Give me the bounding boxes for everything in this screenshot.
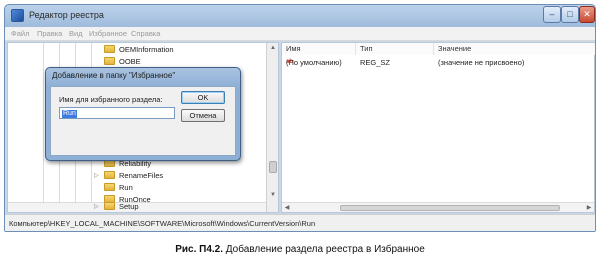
add-favorite-dialog: Добавление в папку "Избранное" Имя для и… bbox=[45, 67, 241, 161]
figure-caption: Рис. П4.2. Добавление раздела реестра в … bbox=[0, 244, 600, 255]
tree-item-run[interactable]: Run bbox=[104, 183, 133, 194]
menu-help[interactable]: Справка bbox=[131, 29, 160, 38]
minimize-button[interactable]: – bbox=[543, 6, 561, 23]
menu-favorites[interactable]: Избранное bbox=[89, 29, 127, 38]
scroll-left-icon[interactable]: ◀ bbox=[282, 203, 292, 213]
folder-icon bbox=[104, 45, 115, 53]
menu-bar: Файл Правка Вид Избранное Справка bbox=[5, 27, 595, 41]
regedit-app-icon bbox=[11, 9, 24, 22]
values-horizontal-scrollbar[interactable]: ◀ ▶ bbox=[282, 202, 594, 212]
value-name: (По умолчанию) bbox=[286, 58, 342, 67]
tree-item-setup[interactable]: ▷ Setup bbox=[94, 202, 139, 213]
maximize-button[interactable]: □ bbox=[561, 6, 579, 23]
column-header-row: Имя Тип Значение bbox=[282, 43, 595, 55]
menu-file[interactable]: Файл bbox=[11, 29, 29, 38]
scroll-down-icon[interactable]: ▼ bbox=[267, 190, 279, 200]
scroll-thumb[interactable] bbox=[340, 205, 560, 211]
folder-icon bbox=[104, 183, 115, 191]
values-pane[interactable]: Имя Тип Значение ab (По умолчанию) REG_SZ… bbox=[281, 42, 595, 213]
folder-icon bbox=[104, 57, 115, 65]
scroll-right-icon[interactable]: ▶ bbox=[584, 203, 594, 213]
scroll-thumb[interactable] bbox=[269, 161, 277, 173]
tree-item-label: OOBE bbox=[119, 57, 141, 66]
menu-view[interactable]: Вид bbox=[69, 29, 83, 38]
tree-item-label: RenameFiles bbox=[119, 171, 164, 180]
tree-item-label: Run bbox=[119, 183, 133, 192]
column-header-type[interactable]: Тип bbox=[356, 43, 434, 55]
cancel-button[interactable]: Отмена bbox=[181, 109, 225, 122]
value-data: (значение не присвоено) bbox=[438, 58, 525, 67]
dialog-body: Имя для избранного раздела: Run OK Отмен… bbox=[50, 86, 236, 156]
favorite-name-value: Run bbox=[62, 110, 77, 118]
tree-item-oeminformation[interactable]: OEMInformation bbox=[104, 45, 174, 56]
folder-icon bbox=[104, 202, 115, 210]
folder-icon bbox=[104, 171, 115, 179]
tree-item-label: Setup bbox=[119, 202, 139, 211]
figure-label: Рис. П4.2. bbox=[175, 244, 224, 255]
value-type: REG_SZ bbox=[360, 58, 391, 67]
favorite-name-label: Имя для избранного раздела: bbox=[59, 95, 163, 104]
column-header-data[interactable]: Значение bbox=[434, 43, 595, 55]
figure-caption-text: Добавление раздела реестра в Избранное bbox=[223, 244, 425, 255]
ok-button[interactable]: OK bbox=[181, 91, 225, 104]
tree-vertical-scrollbar[interactable]: ▲ ▼ bbox=[266, 43, 278, 212]
title-bar: Редактор реестра – □ ✕ bbox=[5, 5, 595, 27]
tree-item-renamefiles[interactable]: ▷ RenameFiles bbox=[94, 171, 164, 182]
favorite-name-input[interactable]: Run bbox=[59, 107, 175, 119]
table-row[interactable]: ab (По умолчанию) REG_SZ (значение не при… bbox=[282, 58, 594, 69]
status-bar: Компьютер\HKEY_LOCAL_MACHINE\SOFTWARE\Mi… bbox=[5, 214, 595, 231]
dialog-title: Добавление в папку "Избранное" bbox=[52, 71, 176, 80]
scroll-up-icon[interactable]: ▲ bbox=[267, 43, 279, 53]
column-header-name[interactable]: Имя bbox=[282, 43, 356, 55]
tree-horizontal-scrollbar[interactable]: ▷ Setup bbox=[8, 202, 266, 212]
menu-edit[interactable]: Правка bbox=[37, 29, 62, 38]
window-title: Редактор реестра bbox=[29, 10, 104, 20]
close-button[interactable]: ✕ bbox=[579, 6, 595, 23]
tree-item-label: OEMInformation bbox=[119, 45, 174, 54]
expand-arrow-icon[interactable]: ▷ bbox=[94, 203, 99, 210]
expand-arrow-icon[interactable]: ▷ bbox=[94, 172, 99, 179]
registry-editor-window: Редактор реестра – □ ✕ Файл Правка Вид И… bbox=[4, 4, 596, 232]
